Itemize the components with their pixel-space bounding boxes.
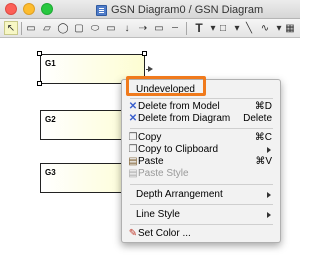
window-minimize-button[interactable] xyxy=(23,3,35,15)
goal-label: G1 xyxy=(45,59,56,68)
rectangle-tool-icon[interactable]: □ xyxy=(216,21,230,35)
delete-x-icon: ✕ xyxy=(128,101,138,112)
pointer-icon[interactable]: ↖ xyxy=(4,21,18,35)
copy-icon: ❐ xyxy=(128,144,138,155)
line-tool-icon[interactable]: ╲ xyxy=(242,21,256,35)
menu-item-shortcut: ⌘D xyxy=(254,101,272,112)
menu-item-label: Paste Style xyxy=(138,168,189,179)
menu-separator xyxy=(130,204,273,205)
goal-label: G2 xyxy=(45,115,56,124)
menu-separator xyxy=(130,128,273,129)
menu-item-delete-from-model[interactable]: ✕ Delete from Model ⌘D xyxy=(122,101,280,113)
curve-tool-icon[interactable]: ∿ xyxy=(258,21,272,35)
menu-item-copy[interactable]: ❐ Copy ⌘C xyxy=(122,132,280,144)
dashed-line-icon[interactable]: ┄ xyxy=(168,21,182,35)
annotation-highlight-box xyxy=(126,76,206,96)
goal-shape-icon[interactable]: ▭ xyxy=(24,21,38,35)
menu-item-line-style[interactable]: Line Style xyxy=(122,209,280,221)
selection-handle[interactable] xyxy=(37,51,42,56)
menu-item-label: Depth Arrangement xyxy=(136,189,223,200)
menu-item-set-color[interactable]: ✎ Set Color ... xyxy=(122,228,280,240)
arrow-down-icon[interactable]: ↓ xyxy=(120,21,134,35)
palette-toolbar: ↖ ▭ ▱ ◯ ▢ ⬭ ▭ ↓ ⇢ ▭ ┄ T ▾ □ ▾ ╲ ∿ ▾ ▦ xyxy=(0,19,300,38)
menu-item-label: Copy to Clipboard xyxy=(138,144,219,155)
arrow-right-icon[interactable]: ⇢ xyxy=(136,21,150,35)
menu-item-copy-to-clipboard[interactable]: ❐ Copy to Clipboard xyxy=(122,144,280,156)
submenu-arrow-icon xyxy=(267,212,271,218)
delete-x-icon: ✕ xyxy=(128,113,138,124)
window-title: GSN Diagram0 / GSN Diagram xyxy=(96,3,263,17)
paste-style-icon: ▤ xyxy=(128,168,138,179)
selection-handle[interactable] xyxy=(37,81,42,86)
toolbar-separator xyxy=(186,22,187,35)
rectangle-icon[interactable]: ▭ xyxy=(152,21,166,35)
menu-separator xyxy=(130,98,273,99)
menu-item-label: Line Style xyxy=(136,209,180,220)
text-tool-icon[interactable]: T xyxy=(192,21,206,35)
menu-item-paste-style[interactable]: ▤ Paste Style xyxy=(122,168,280,180)
line-color-icon[interactable]: ▦ xyxy=(283,21,297,35)
window-zoom-button[interactable] xyxy=(41,3,53,15)
menu-item-shortcut: ⌘V xyxy=(255,156,272,167)
connector-arrow-icon xyxy=(148,66,153,72)
submenu-arrow-icon xyxy=(267,192,271,198)
context-menu: Undeveloped ✕ Delete from Model ⌘D ✕ Del… xyxy=(121,79,281,243)
module-shape-icon[interactable]: ▭ xyxy=(104,21,118,35)
paste-icon: ▤ xyxy=(128,156,138,167)
menu-item-label: Copy xyxy=(138,132,162,143)
color-palette-icon: ✎ xyxy=(128,228,138,239)
menu-separator xyxy=(130,224,273,225)
menu-item-depth-arrangement[interactable]: Depth Arrangement xyxy=(122,189,280,201)
menu-item-shortcut: ⌘C xyxy=(254,132,272,143)
selection-handle[interactable] xyxy=(142,51,147,56)
menu-item-shortcut: Delete xyxy=(243,113,272,124)
strategy-shape-icon[interactable]: ▱ xyxy=(40,21,54,35)
title-bar: GSN Diagram0 / GSN Diagram xyxy=(0,0,300,19)
menu-item-paste[interactable]: ▤ Paste ⌘V xyxy=(122,156,280,168)
solution-shape-icon[interactable]: ◯ xyxy=(56,21,70,35)
toolbar-separator xyxy=(21,22,22,35)
menu-item-label: Delete from Model xyxy=(138,101,220,112)
diagram-icon xyxy=(96,4,107,16)
window-title-text: GSN Diagram0 / GSN Diagram xyxy=(111,4,264,16)
menu-item-delete-from-diagram[interactable]: ✕ Delete from Diagram Delete xyxy=(122,113,280,125)
submenu-arrow-icon xyxy=(267,147,271,153)
assumption-shape-icon[interactable]: ⬭ xyxy=(88,21,102,35)
window-close-button[interactable] xyxy=(5,3,17,15)
context-shape-icon[interactable]: ▢ xyxy=(72,21,86,35)
copy-icon: ❐ xyxy=(128,132,138,143)
goal-label: G3 xyxy=(45,168,56,177)
menu-separator xyxy=(130,184,273,185)
menu-item-label: Paste xyxy=(138,156,164,167)
app-window: GSN Diagram0 / GSN Diagram ↖ ▭ ▱ ◯ ▢ ⬭ ▭… xyxy=(0,0,300,255)
menu-item-label: Delete from Diagram xyxy=(138,113,231,124)
menu-item-label: Set Color ... xyxy=(138,228,191,239)
